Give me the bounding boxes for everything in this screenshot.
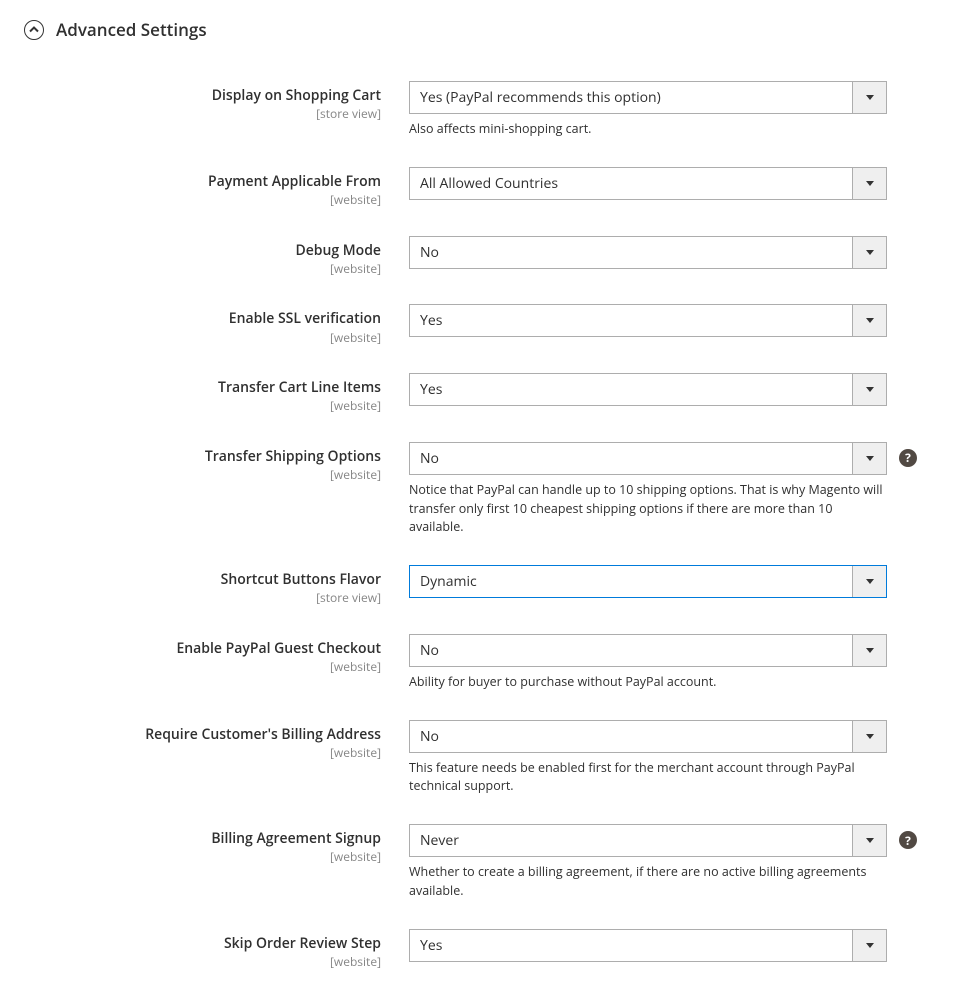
chevron-down-icon	[852, 443, 886, 474]
chevron-down-icon	[852, 168, 886, 199]
field-shortcut-buttons-flavor: Shortcut Buttons Flavor [store view] Dyn…	[24, 565, 950, 606]
field-label: Require Customer's Billing Address	[24, 726, 381, 744]
scope-label: [website]	[24, 330, 381, 346]
select-value: No	[420, 641, 439, 660]
enable-guest-checkout-select[interactable]: No	[409, 634, 887, 667]
select-value: Dynamic	[420, 572, 477, 591]
scope-label: [website]	[24, 745, 381, 761]
field-label: Shortcut Buttons Flavor	[24, 571, 381, 589]
field-display-on-shopping-cart: Display on Shopping Cart [store view] Ye…	[24, 81, 950, 139]
scope-label: [website]	[24, 849, 381, 865]
chevron-down-icon	[852, 635, 886, 666]
field-label: Transfer Shipping Options	[24, 448, 381, 466]
collapse-toggle-icon[interactable]	[24, 20, 44, 40]
scope-label: [website]	[24, 659, 381, 675]
shortcut-buttons-flavor-select[interactable]: Dynamic	[409, 565, 887, 598]
chevron-down-icon	[852, 566, 886, 597]
select-value: Yes	[420, 311, 442, 330]
transfer-cart-line-items-select[interactable]: Yes	[409, 373, 887, 406]
help-icon[interactable]: ?	[899, 449, 917, 467]
section-header: Advanced Settings	[24, 18, 950, 41]
field-enable-ssl-verification: Enable SSL verification [website] Yes	[24, 304, 950, 345]
field-billing-agreement-signup: Billing Agreement Signup [website] Never…	[24, 824, 950, 901]
chevron-down-icon	[852, 305, 886, 336]
section-title: Advanced Settings	[56, 18, 207, 41]
field-note: Whether to create a billing agreement, i…	[409, 863, 885, 901]
payment-applicable-from-select[interactable]: All Allowed Countries	[409, 167, 887, 200]
enable-ssl-verification-select[interactable]: Yes	[409, 304, 887, 337]
scope-label: [website]	[24, 261, 381, 277]
field-require-billing-address: Require Customer's Billing Address [webs…	[24, 720, 950, 797]
field-debug-mode: Debug Mode [website] No	[24, 236, 950, 277]
field-skip-order-review-step: Skip Order Review Step [website] Yes	[24, 929, 950, 970]
scope-label: [store view]	[24, 590, 381, 606]
scope-label: [website]	[24, 192, 381, 208]
select-value: Never	[420, 831, 459, 850]
field-label: Skip Order Review Step	[24, 935, 381, 953]
chevron-down-icon	[852, 721, 886, 752]
field-label: Payment Applicable From	[24, 173, 381, 191]
help-icon[interactable]: ?	[899, 831, 917, 849]
select-value: No	[420, 243, 439, 262]
scope-label: [store view]	[24, 106, 381, 122]
scope-label: [website]	[24, 398, 381, 414]
skip-order-review-step-select[interactable]: Yes	[409, 929, 887, 962]
transfer-shipping-options-select[interactable]: No	[409, 442, 887, 475]
chevron-down-icon	[852, 237, 886, 268]
display-on-cart-select[interactable]: Yes (PayPal recommends this option)	[409, 81, 887, 114]
field-note: Ability for buyer to purchase without Pa…	[409, 673, 885, 692]
debug-mode-select[interactable]: No	[409, 236, 887, 269]
select-value: All Allowed Countries	[420, 174, 558, 193]
select-value: No	[420, 449, 439, 468]
field-label: Display on Shopping Cart	[24, 87, 381, 105]
field-label: Enable PayPal Guest Checkout	[24, 640, 381, 658]
require-billing-address-select[interactable]: No	[409, 720, 887, 753]
field-label: Enable SSL verification	[24, 310, 381, 328]
chevron-down-icon	[852, 82, 886, 113]
field-note: Notice that PayPal can handle up to 10 s…	[409, 481, 885, 537]
field-note: This feature needs be enabled first for …	[409, 759, 885, 797]
select-value: Yes	[420, 936, 442, 955]
chevron-down-icon	[852, 930, 886, 961]
scope-label: [website]	[24, 467, 381, 483]
field-enable-paypal-guest-checkout: Enable PayPal Guest Checkout [website] N…	[24, 634, 950, 692]
field-label: Billing Agreement Signup	[24, 830, 381, 848]
billing-agreement-signup-select[interactable]: Never	[409, 824, 887, 857]
field-payment-applicable-from: Payment Applicable From [website] All Al…	[24, 167, 950, 208]
chevron-down-icon	[852, 825, 886, 856]
chevron-down-icon	[852, 374, 886, 405]
select-value: Yes	[420, 380, 442, 399]
field-label: Transfer Cart Line Items	[24, 379, 381, 397]
field-note: Also affects mini-shopping cart.	[409, 120, 885, 139]
field-transfer-shipping-options: Transfer Shipping Options [website] No N…	[24, 442, 950, 537]
field-transfer-cart-line-items: Transfer Cart Line Items [website] Yes	[24, 373, 950, 414]
scope-label: [website]	[24, 954, 381, 970]
select-value: Yes (PayPal recommends this option)	[420, 88, 661, 107]
select-value: No	[420, 727, 439, 746]
field-label: Debug Mode	[24, 242, 381, 260]
